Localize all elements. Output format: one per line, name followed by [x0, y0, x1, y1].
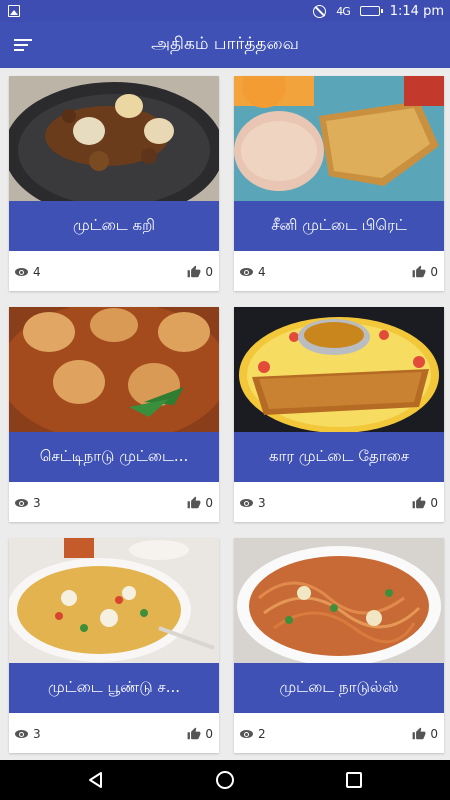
thumbs-up-icon[interactable]	[412, 265, 426, 279]
recipe-photo	[9, 538, 219, 663]
recipe-photo	[234, 76, 444, 201]
view-count: 2	[258, 727, 266, 741]
thumbs-up-icon[interactable]	[187, 265, 201, 279]
status-time: 1:14 pm	[389, 3, 444, 19]
system-nav-bar	[0, 760, 450, 800]
eye-icon	[15, 730, 28, 738]
recipe-card[interactable]: முட்டை கறி 4 0	[9, 76, 219, 291]
recipe-stats: 2 0	[234, 713, 444, 753]
like-count: 0	[430, 727, 438, 741]
view-count: 4	[33, 265, 41, 279]
like-count: 0	[205, 727, 213, 741]
thumbs-up-icon[interactable]	[412, 496, 426, 510]
eye-icon	[240, 499, 253, 507]
recipe-card[interactable]: கார முட்டை தோசை 3 0	[234, 307, 444, 522]
like-count: 0	[205, 265, 213, 279]
recipe-card[interactable]: முட்டை நாடுல்ஸ் 2 0	[234, 538, 444, 753]
view-count: 3	[258, 496, 266, 510]
eye-icon	[15, 499, 28, 507]
thumbs-up-icon[interactable]	[412, 727, 426, 741]
recipe-card[interactable]: சீனி முட்டை பிரெட் 4 0	[234, 76, 444, 291]
recipe-title: முட்டை கறி	[9, 201, 219, 251]
thumbs-up-icon[interactable]	[187, 727, 201, 741]
view-count: 3	[33, 496, 41, 510]
recent-apps-icon[interactable]	[346, 772, 362, 788]
recipe-title: முட்டை பூண்டு ச...	[9, 663, 219, 713]
recipe-stats: 3 0	[9, 482, 219, 522]
like-count: 0	[205, 496, 213, 510]
page-title: அதிகம் பார்த்தவை	[151, 34, 299, 54]
recipe-photo	[234, 538, 444, 663]
signal-icon: 4G	[336, 4, 350, 18]
view-count: 3	[33, 727, 41, 741]
back-icon[interactable]	[87, 771, 105, 789]
like-count: 0	[430, 265, 438, 279]
eye-icon	[240, 268, 253, 276]
recipe-photo	[9, 76, 219, 201]
like-count: 0	[430, 496, 438, 510]
recipe-title: செட்டிநாடு முட்டை...	[9, 432, 219, 482]
recipe-stats: 3 0	[234, 482, 444, 522]
recipe-card[interactable]: முட்டை பூண்டு ச... 3 0	[9, 538, 219, 753]
eye-icon	[240, 730, 253, 738]
recipe-stats: 3 0	[9, 713, 219, 753]
status-icons: 4G 1:14 pm	[313, 2, 444, 20]
image-icon	[8, 5, 20, 17]
recipe-card[interactable]: செட்டிநாடு முட்டை... 3 0	[9, 307, 219, 522]
recipe-grid: முட்டை கறி 4 0 சீனி முட்டை பிரெட் 4 0 செ…	[0, 68, 450, 760]
recipe-title: சீனி முட்டை பிரெட்	[234, 201, 444, 251]
recipe-stats: 4 0	[234, 251, 444, 291]
recipe-title: கார முட்டை தோசை	[234, 432, 444, 482]
view-count: 4	[258, 265, 266, 279]
app-bar: அதிகம் பார்த்தவை	[0, 22, 450, 68]
recipe-title: முட்டை நாடுல்ஸ்	[234, 663, 444, 713]
do-not-disturb-icon	[313, 4, 327, 18]
recipe-photo	[234, 307, 444, 432]
eye-icon	[15, 268, 28, 276]
battery-icon	[359, 6, 383, 16]
status-bar: 4G 1:14 pm	[0, 0, 450, 22]
recipe-stats: 4 0	[9, 251, 219, 291]
home-icon[interactable]	[216, 771, 234, 789]
thumbs-up-icon[interactable]	[187, 496, 201, 510]
recipe-photo	[9, 307, 219, 432]
